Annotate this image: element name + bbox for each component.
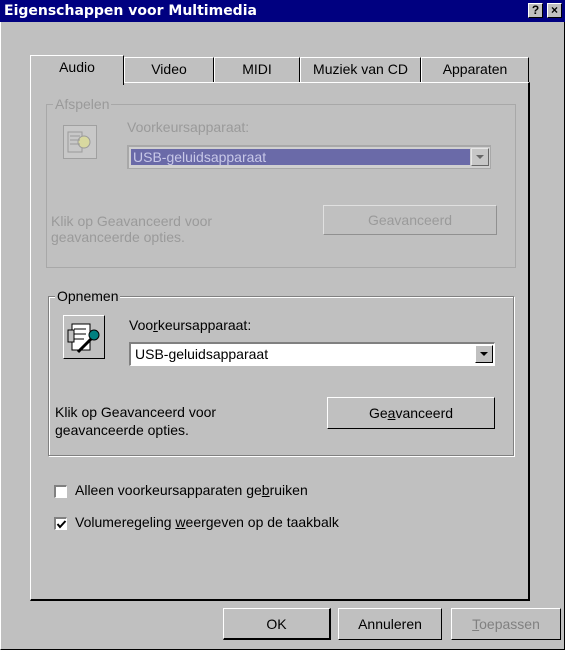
recording-pref-label: Voorkeursapparaat: xyxy=(129,317,252,333)
recording-device-select[interactable]: USB-geluidsapparaat xyxy=(129,342,495,366)
chevron-down-icon[interactable] xyxy=(475,345,493,363)
tab-midi[interactable]: MIDI xyxy=(214,57,300,83)
window-title: Eigenschappen voor Multimedia xyxy=(4,3,257,19)
tab-video[interactable]: Video xyxy=(124,57,214,83)
ok-button[interactable]: OK xyxy=(223,608,331,640)
recording-device-value: USB-geluidsapparaat xyxy=(135,346,269,362)
playback-note-line2: geavanceerde opties. xyxy=(51,229,185,245)
tab-audio[interactable]: Audio xyxy=(30,55,124,85)
playback-group-label: Afspelen xyxy=(53,96,112,112)
tab-apparaten[interactable]: Apparaten xyxy=(421,57,529,83)
volume-taskbar-label[interactable]: Volumeregeling weergeven op de taakbalk xyxy=(75,514,339,530)
apply-button[interactable]: Toepassen xyxy=(451,608,561,640)
playback-group: Afspelen Voorkeursapparaat: USB-geluidsa… xyxy=(46,96,516,268)
chevron-down-icon[interactable] xyxy=(471,148,489,166)
microphone-icon[interactable] xyxy=(63,315,105,359)
recording-advanced-button[interactable]: Geavanceerd xyxy=(327,397,495,429)
checkmark-icon xyxy=(56,520,67,529)
title-bar[interactable]: Eigenschappen voor Multimedia ? × xyxy=(0,0,565,22)
preferred-only-checkbox[interactable] xyxy=(54,485,67,498)
speaker-icon xyxy=(63,125,97,159)
volume-taskbar-checkbox[interactable] xyxy=(54,517,67,530)
playback-note-line1: Klik op Geavanceerd voor xyxy=(51,213,213,229)
playback-device-select[interactable]: USB-geluidsapparaat xyxy=(127,145,491,169)
recording-group-label: Opnemen xyxy=(55,288,121,304)
cancel-button[interactable]: Annuleren xyxy=(338,608,442,640)
tab-muziek-van-cd[interactable]: Muziek van CD xyxy=(300,57,421,83)
recording-note-line2: geavanceerde opties. xyxy=(55,422,189,438)
help-button[interactable]: ? xyxy=(528,3,543,18)
recording-note-line1: Klik op Geavanceerd voor xyxy=(55,404,217,420)
recording-group: Opnemen Voorkeursapparaat: USB-geluidsap… xyxy=(48,288,514,456)
close-button[interactable]: × xyxy=(547,3,562,18)
playback-device-value: USB-geluidsapparaat xyxy=(133,149,267,165)
playback-advanced-button: Geavanceerd xyxy=(323,205,497,235)
playback-pref-label: Voorkeursapparaat: xyxy=(127,119,250,135)
preferred-only-label[interactable]: Alleen voorkeursapparaten gebruiken xyxy=(75,482,308,498)
